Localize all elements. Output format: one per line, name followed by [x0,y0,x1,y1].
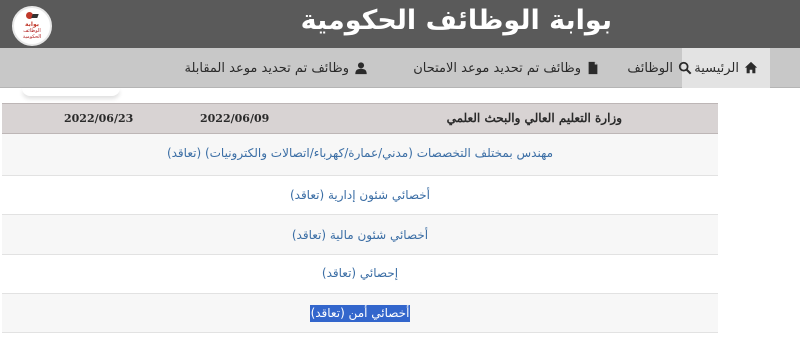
table-row: أخصائي شئون إدارية (تعاقد) [2,176,718,215]
logo-text-3: الحكومية [22,34,42,40]
site-logo[interactable]: بوابة الوظائف الحكومية [12,6,52,46]
dropdown-shadow [22,88,120,96]
job-link[interactable]: أخصائي شئون مالية (تعاقد) [292,227,428,244]
logo-mark-icon [26,12,38,20]
nav-label-interview-scheduled: وظائف تم تحديد موعد المقابلة [184,60,349,76]
logo-text-1: بوابة [25,21,39,28]
ministry-name: وزارة التعليم العالي والبحث العلمي [446,111,622,125]
site-title: بوابة الوظائف الحكومية [300,5,612,36]
nav-item-jobs[interactable]: الوظائف [627,48,692,88]
nav-label-exam-scheduled: وظائف تم تحديد موعد الامتحان [413,60,581,76]
nav-item-interview-scheduled[interactable]: وظائف تم تحديد موعد المقابلة [184,48,368,88]
job-link[interactable]: أخصائي شئون إدارية (تعاقد) [290,187,430,204]
job-link-selected[interactable]: أخصائي أمن (تعاقد) [309,305,411,322]
table-header: وزارة التعليم العالي والبحث العلمي 2022/… [2,103,718,134]
main-nav: الرئيسية الوظائف وظائف تم تحديد موعد الا… [0,48,800,88]
job-link[interactable]: إحصائي (تعاقد) [322,265,398,282]
nav-label-jobs: الوظائف [627,60,673,76]
nav-label-home: الرئيسية [694,60,739,76]
site-header: بوابة الوظائف الحكومية بوابة الوظائف الح… [0,0,800,48]
user-icon [354,61,368,75]
deadline-date: 2022/06/23 [64,112,134,125]
table-row: أخصائي أمن (تعاقد) [2,294,718,333]
home-icon [744,61,758,75]
exam-date: 2022/06/09 [200,112,270,125]
search-icon [678,61,692,75]
table-row: مهندس بمختلف التخصصات (مدني/عمارة/كهرباء… [2,134,718,176]
table-row: إحصائي (تعاقد) [2,255,718,294]
nav-item-home[interactable]: الرئيسية [682,48,770,88]
job-link[interactable]: مهندس بمختلف التخصصات (مدني/عمارة/كهرباء… [160,145,560,162]
jobs-table: وزارة التعليم العالي والبحث العلمي 2022/… [2,103,718,333]
nav-item-exam-scheduled[interactable]: وظائف تم تحديد موعد الامتحان [413,48,600,88]
table-row: أخصائي شئون مالية (تعاقد) [2,215,718,255]
file-icon [586,61,600,75]
